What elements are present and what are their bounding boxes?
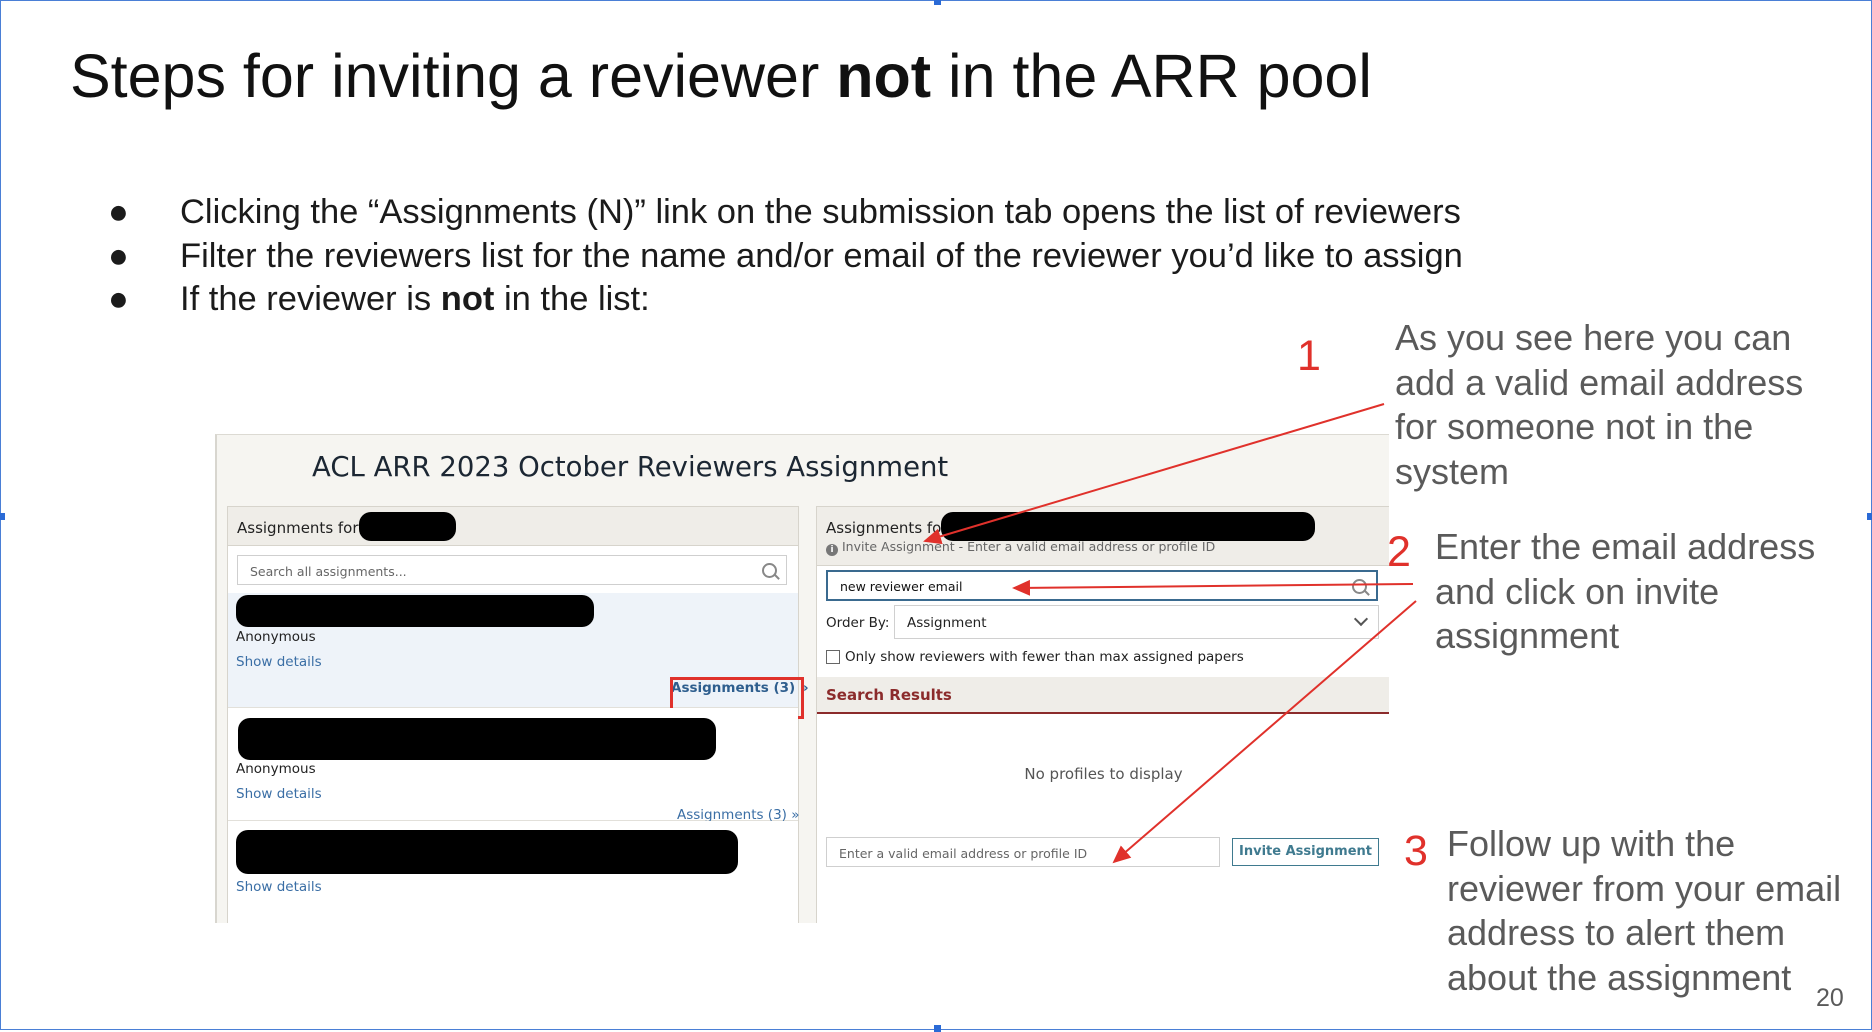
annotation-line: Enter the email address: [1435, 526, 1816, 567]
show-details-link[interactable]: Show details: [236, 654, 322, 670]
invite-assignment-button[interactable]: Invite Assignment: [1232, 838, 1379, 866]
chevron-down-icon: [1353, 611, 1369, 627]
bullet-emphasis: not: [440, 280, 495, 319]
annotation-1: As you see here you can add a valid emai…: [1395, 316, 1803, 494]
resize-handle[interactable]: [1867, 513, 1872, 520]
resize-handle[interactable]: [934, 0, 941, 5]
panel-header-text: Assignments for: [237, 519, 359, 537]
invite-placeholder: Enter a valid email address or profile I…: [839, 846, 1088, 861]
show-details-link[interactable]: Show details: [236, 786, 322, 802]
assignments-panel-left: Assignments for Search all assignments..…: [227, 506, 809, 923]
annotation-line: add a valid email address: [1395, 361, 1804, 403]
invite-hint: i Invite Assignment - Enter a valid email…: [826, 539, 1215, 556]
annotation-line: assignment: [1435, 615, 1620, 657]
max-assigned-checkbox[interactable]: [826, 650, 840, 664]
redaction-bar: [236, 595, 594, 627]
bullet-text: If the reviewer is: [180, 280, 441, 319]
step-number-2: 2: [1387, 528, 1411, 576]
panel-header-text: Assignments for: [826, 519, 948, 537]
annotation-2: Enter the email address and click on inv…: [1435, 525, 1815, 659]
redaction-bar: [236, 830, 738, 874]
invite-email-input[interactable]: Enter a valid email address or profile I…: [826, 837, 1220, 867]
bullet-list: ● Clicking the “Assignments (N)” link on …: [108, 191, 1463, 322]
reviewer-name: Anonymous: [236, 629, 316, 645]
step-number-1: 1: [1297, 332, 1321, 380]
title-text: in the ARR pool: [931, 42, 1372, 110]
annotation-3: Follow up with the reviewer from your em…: [1447, 822, 1841, 1000]
bullet-dot-icon: ●: [108, 193, 129, 231]
annotation-line: and click on invite: [1435, 570, 1720, 612]
order-by-value: Assignment: [907, 615, 987, 631]
resize-handle[interactable]: [934, 1025, 941, 1032]
bullet-text: Filter the reviewers list for the name a…: [180, 236, 1463, 275]
reviewer-name: Anonymous: [236, 761, 316, 777]
annotation-line: address to alert them: [1447, 912, 1786, 954]
annotation-line: about the assignment: [1447, 956, 1792, 998]
search-icon[interactable]: [762, 563, 777, 578]
search-results-title: Search Results: [826, 686, 952, 704]
bullet-dot-icon: ●: [108, 236, 129, 275]
panel-header: Assignments for i Invite Assignment - Ent…: [817, 507, 1389, 566]
search-results-header: Search Results: [817, 677, 1389, 714]
show-details-link[interactable]: Show details: [236, 879, 322, 895]
reviewer-row[interactable]: Anonymous Show details Assignments (3) »: [228, 708, 799, 823]
panel-header: Assignments for: [228, 507, 798, 546]
annotation-line: system: [1395, 450, 1510, 492]
assignments-panel-right: Assignments for i Invite Assignment - Ent…: [816, 506, 1389, 923]
bullet-item: ● If the reviewer is not in the list:: [108, 278, 1463, 322]
empty-results-message: No profiles to display: [1024, 765, 1183, 783]
checkbox-label: Only show reviewers with fewer than max …: [845, 649, 1244, 665]
annotation-line: reviewer from your email: [1447, 867, 1842, 909]
annotation-line: As you see here you can: [1395, 317, 1792, 358]
email-value: new reviewer email: [840, 579, 963, 594]
info-icon: i: [826, 544, 838, 556]
slide: Steps for inviting a reviewer not in the…: [0, 0, 1872, 1032]
bullet-text: Clicking the “Assignments (N)” link on t…: [180, 193, 1461, 231]
redaction-bar: [238, 718, 716, 760]
email-field[interactable]: new reviewer email: [826, 570, 1378, 601]
order-by-label: Order By:: [826, 615, 890, 631]
search-placeholder: Search all assignments...: [250, 564, 407, 579]
bullet-item: ● Filter the reviewers list for the name …: [108, 235, 1463, 279]
search-icon[interactable]: [1352, 579, 1367, 594]
step-number-3: 3: [1404, 827, 1428, 875]
bullet-text: in the list:: [494, 280, 650, 319]
annotation-line: Follow up with the: [1447, 823, 1736, 864]
search-input[interactable]: Search all assignments...: [237, 555, 787, 585]
title-emphasis: not: [836, 42, 932, 110]
reviewer-row[interactable]: Show details: [228, 821, 798, 923]
redaction-bar: [941, 512, 1315, 541]
order-by-select[interactable]: Assignment: [894, 605, 1379, 639]
slide-title: Steps for inviting a reviewer not in the…: [70, 41, 1372, 111]
screenshot-title: ACL ARR 2023 October Reviewers Assignmen…: [312, 451, 949, 483]
resize-handle[interactable]: [0, 513, 5, 520]
bullet-item: ● Clicking the “Assignments (N)” link on …: [108, 191, 1463, 235]
page-number: 20: [1816, 984, 1844, 1012]
bullet-dot-icon: ●: [108, 280, 129, 319]
title-text: Steps for inviting a reviewer: [70, 42, 837, 110]
annotation-line: for someone not in the: [1395, 406, 1754, 448]
redaction-bar: [359, 512, 456, 541]
embedded-screenshot: ACL ARR 2023 October Reviewers Assignmen…: [215, 434, 1389, 923]
invite-hint-text: Invite Assignment - Enter a valid email …: [842, 539, 1216, 554]
